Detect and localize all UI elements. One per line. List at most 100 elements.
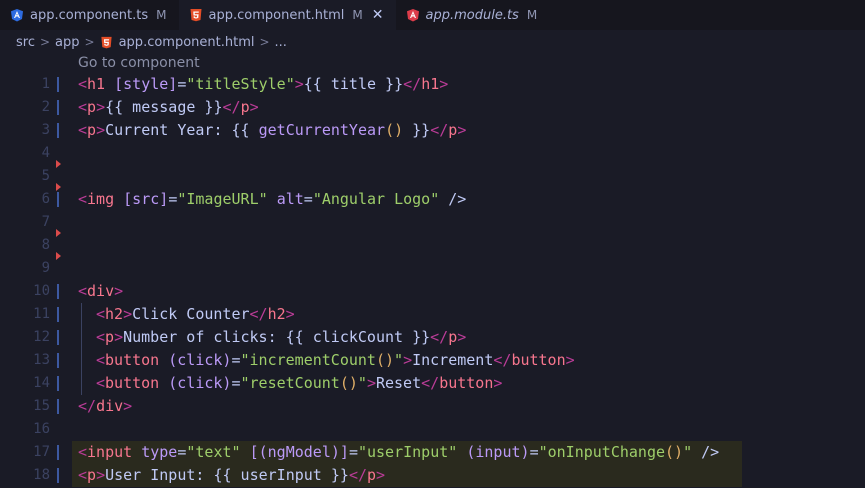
- token: [src]: [123, 190, 169, 208]
- git-modified-marker: [57, 468, 59, 483]
- git-deleted-marker: [56, 160, 61, 168]
- token: h2: [105, 305, 124, 323]
- token: >: [285, 305, 295, 323]
- line-number: 17: [33, 444, 50, 460]
- token: h1: [87, 75, 106, 93]
- code-line-1[interactable]: <h1 [style]="titleStyle">{{ title }}</h1…: [78, 73, 448, 96]
- git-modified-marker: [57, 445, 59, 460]
- token: </: [493, 351, 512, 369]
- token: "userInput": [357, 443, 458, 461]
- token: <: [78, 121, 88, 139]
- token: (): [375, 351, 395, 369]
- code-line-17[interactable]: <input type="text" [(ngModel)]="userInpu…: [78, 441, 719, 464]
- token: >: [96, 466, 106, 484]
- token: {{ title }}: [303, 75, 404, 93]
- token: >: [294, 75, 304, 93]
- token: =: [231, 374, 241, 392]
- git-modified-marker: [57, 353, 59, 368]
- token: "resetCount: [240, 374, 340, 392]
- token: >: [493, 374, 503, 392]
- breadcrumb-item-file[interactable]: app.component.html: [119, 35, 255, 50]
- tab-label: app.component.html: [208, 7, 345, 23]
- code-line-10[interactable]: <div>: [78, 280, 123, 303]
- token: ": [394, 351, 404, 369]
- tab-app-component-ts[interactable]: app.component.ts M: [0, 0, 179, 30]
- breadcrumb-item-src[interactable]: src: [16, 35, 35, 50]
- token: <: [78, 98, 88, 116]
- token: }}: [403, 121, 431, 139]
- html5-icon: [100, 36, 113, 49]
- token: Click Counter: [132, 305, 250, 323]
- line-number: 8: [41, 237, 50, 253]
- token: "incrementCount: [240, 351, 376, 369]
- line-number: 3: [41, 122, 50, 138]
- token: (click): [168, 351, 232, 369]
- html5-icon: [189, 8, 203, 22]
- code-line-6[interactable]: <img [src]="ImageURL" alt="Angular Logo"…: [78, 188, 466, 211]
- token: />: [439, 190, 467, 208]
- token: </: [249, 305, 268, 323]
- modified-badge: M: [352, 8, 363, 22]
- token: h1: [421, 75, 440, 93]
- breadcrumb-item-app[interactable]: app: [55, 35, 79, 50]
- git-modified-marker: [57, 77, 59, 92]
- line-number: 5: [41, 168, 50, 184]
- token: (): [385, 121, 404, 139]
- breadcrumb-separator: >: [259, 35, 270, 49]
- tab-app-component-html[interactable]: app.component.html M ✕: [178, 0, 396, 30]
- code-line-13[interactable]: <button (click)="incrementCount()">Incre…: [96, 349, 575, 372]
- token: button: [105, 374, 160, 392]
- token: p: [87, 121, 97, 139]
- code-line-12[interactable]: <p>Number of clicks: {{ clickCount }}</p…: [96, 326, 466, 349]
- tab-app-module-ts[interactable]: app.module.ts M: [396, 0, 550, 30]
- line-number: 2: [41, 99, 50, 115]
- token: button: [439, 374, 494, 392]
- line-number: 11: [33, 306, 50, 322]
- codelens-go-to-component[interactable]: Go to component: [78, 55, 200, 71]
- token: >: [249, 98, 259, 116]
- line-number: 7: [41, 214, 50, 230]
- token: [style]: [114, 75, 178, 93]
- code-line-11[interactable]: <h2>Click Counter</h2>: [96, 303, 295, 326]
- line-number: 16: [33, 421, 50, 437]
- git-modified-marker: [57, 100, 59, 115]
- token: p: [87, 466, 97, 484]
- angular-icon: [406, 8, 420, 22]
- token: <: [96, 328, 106, 346]
- token: "text": [186, 443, 241, 461]
- token: </: [430, 121, 449, 139]
- breadcrumb-separator: >: [84, 35, 95, 49]
- code-line-18[interactable]: <p>User Input: {{ userInput }}</p>: [78, 464, 385, 487]
- git-modified-marker: [57, 284, 59, 299]
- git-modified-marker: [57, 399, 59, 414]
- token: >: [123, 397, 133, 415]
- code-line-14[interactable]: <button (click)="resetCount()">Reset</bu…: [96, 372, 502, 395]
- code-line-2[interactable]: <p>{{ message }}</p>: [78, 96, 259, 119]
- token: >: [96, 98, 106, 116]
- token: "onInputChange: [538, 443, 666, 461]
- token: <: [96, 351, 106, 369]
- breadcrumb-item-symbol[interactable]: ...: [275, 35, 287, 50]
- breadcrumb: src > app > app.component.html > ...: [0, 30, 865, 54]
- token: >: [403, 351, 413, 369]
- token: type: [141, 443, 178, 461]
- line-number: 10: [33, 283, 50, 299]
- code-line-15[interactable]: </div>: [78, 395, 132, 418]
- line-number: 12: [33, 329, 50, 345]
- angular-icon: [10, 8, 24, 22]
- breadcrumb-separator: >: [39, 35, 51, 49]
- git-deleted-marker: [56, 252, 61, 260]
- line-number: 18: [33, 467, 50, 483]
- token: <: [78, 443, 88, 461]
- token: p: [87, 98, 97, 116]
- close-icon[interactable]: ✕: [372, 7, 384, 23]
- code-line-3[interactable]: <p>Current Year: {{ getCurrentYear() }}<…: [78, 119, 466, 142]
- token: (): [665, 443, 684, 461]
- token: >: [114, 282, 124, 300]
- tab-label: app.component.ts: [30, 7, 149, 23]
- token: >: [376, 466, 386, 484]
